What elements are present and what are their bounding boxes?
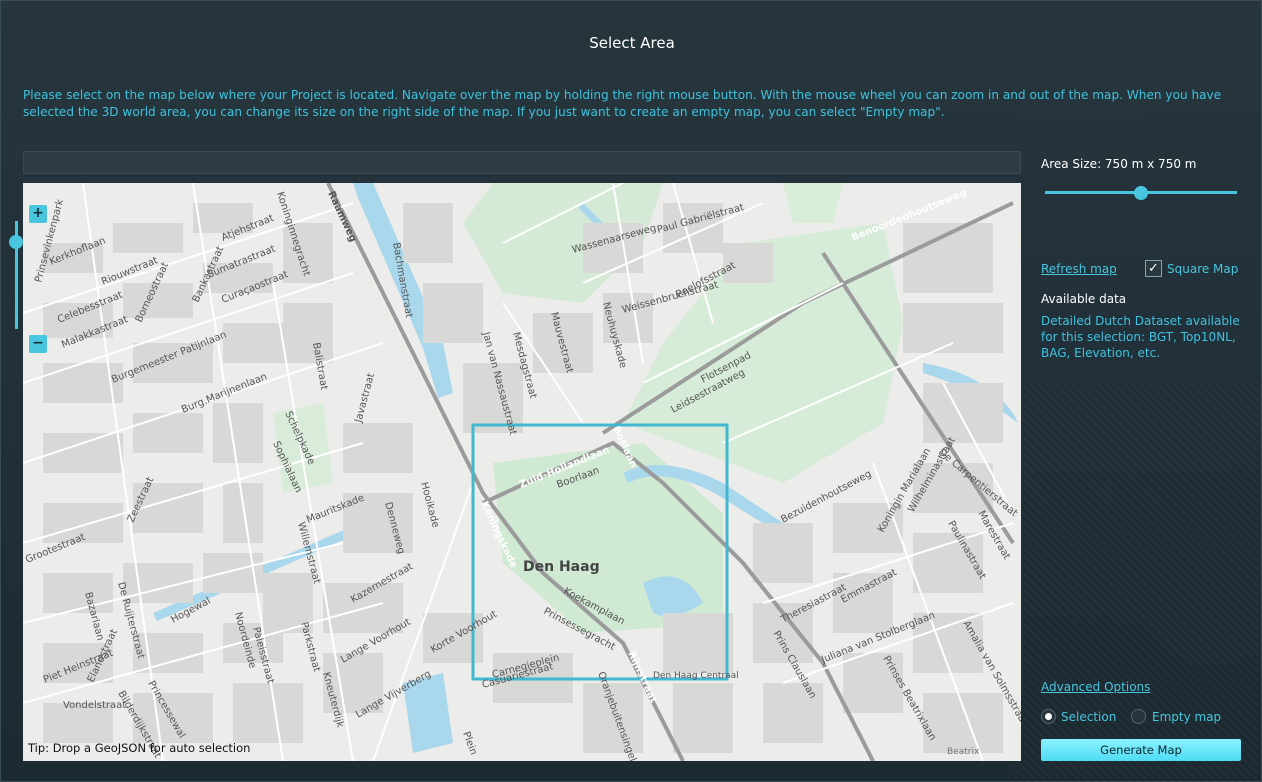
station-label: Den Haag Centraal	[653, 671, 739, 681]
square-map-label[interactable]: Square Map	[1167, 262, 1238, 276]
area-size-label: Area Size: 750 m x 750 m	[1041, 157, 1197, 171]
square-map-checkbox[interactable]: ✓	[1145, 260, 1162, 277]
available-data-title: Available data	[1041, 292, 1127, 306]
empty-map-radio-label[interactable]: Empty map	[1152, 710, 1221, 724]
street-label: Vondelstraat	[63, 700, 126, 711]
city-label: Den Haag	[523, 559, 600, 575]
dialog-title: Select Area	[589, 34, 675, 52]
selection-radio[interactable]	[1041, 709, 1056, 724]
map-view[interactable]: Kerkhoflaan Riouwstraat Atjehstraat Suma…	[23, 183, 1021, 761]
selection-radio-label[interactable]: Selection	[1061, 710, 1116, 724]
select-area-dialog: Select Area Please select on the map bel…	[0, 0, 1262, 782]
map-attribution: Beatrix	[947, 747, 980, 757]
generate-map-button[interactable]: Generate Map	[1041, 739, 1241, 761]
location-search-input[interactable]	[23, 151, 1021, 174]
area-size-slider-handle[interactable]	[1134, 186, 1148, 200]
map-canvas[interactable]: Kerkhoflaan Riouwstraat Atjehstraat Suma…	[23, 183, 1021, 761]
advanced-options-link[interactable]: Advanced Options	[1041, 680, 1150, 694]
refresh-map-link[interactable]: Refresh map	[1041, 262, 1117, 276]
zoom-out-button[interactable]: −	[29, 335, 47, 353]
zoom-in-button[interactable]: +	[29, 205, 47, 223]
zoom-slider-handle[interactable]	[9, 235, 23, 249]
geojson-tip: Tip: Drop a GeoJSON for auto selection	[28, 741, 251, 755]
empty-map-radio[interactable]	[1131, 709, 1146, 724]
available-data-text: Detailed Dutch Dataset available for thi…	[1041, 314, 1240, 360]
park-area	[783, 183, 843, 223]
instructions-text: Please select on the map below where you…	[23, 88, 1222, 119]
